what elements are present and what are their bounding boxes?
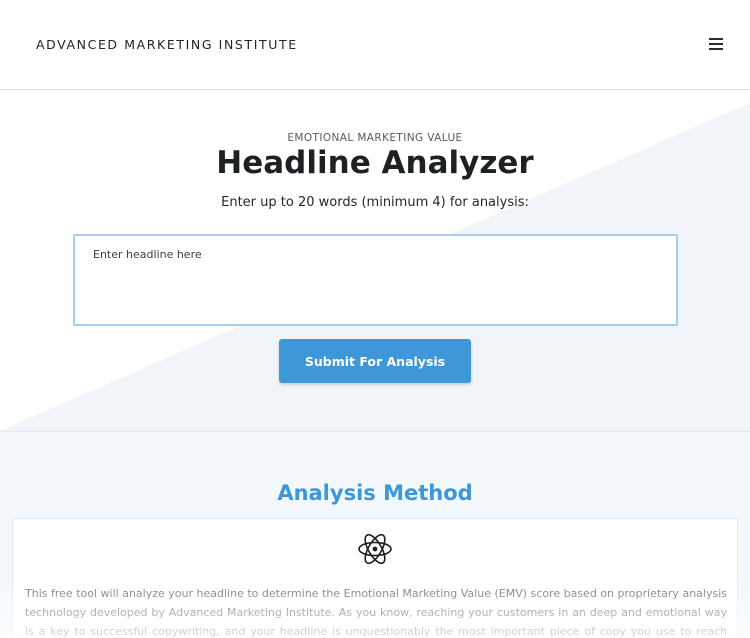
section-title: Analysis Method: [277, 481, 473, 505]
headline-analyzer-section: EMOTIONAL MARKETING VALUE Headline Analy…: [0, 91, 750, 431]
atom-icon: [358, 533, 392, 565]
page-title: Headline Analyzer: [216, 145, 534, 181]
method-description: This free tool will analyze your headlin…: [25, 587, 727, 638]
method-card: This free tool will analyze your headlin…: [12, 518, 738, 638]
menu-bar: [709, 43, 723, 45]
analysis-method-section: Analysis Method This free tool will anal…: [0, 431, 750, 638]
hamburger-menu-icon[interactable]: [709, 38, 727, 52]
section-eyebrow: EMOTIONAL MARKETING VALUE: [287, 132, 463, 144]
headline-input[interactable]: [73, 234, 678, 326]
menu-bar: [709, 48, 723, 50]
brand-logo-text[interactable]: ADVANCED MARKETING INSTITUTE: [36, 37, 298, 52]
menu-bar: [709, 38, 723, 40]
site-header: ADVANCED MARKETING INSTITUTE: [0, 0, 750, 90]
submit-analysis-button[interactable]: Submit For Analysis: [279, 339, 471, 383]
instructions-text: Enter up to 20 words (minimum 4) for ana…: [221, 195, 529, 210]
